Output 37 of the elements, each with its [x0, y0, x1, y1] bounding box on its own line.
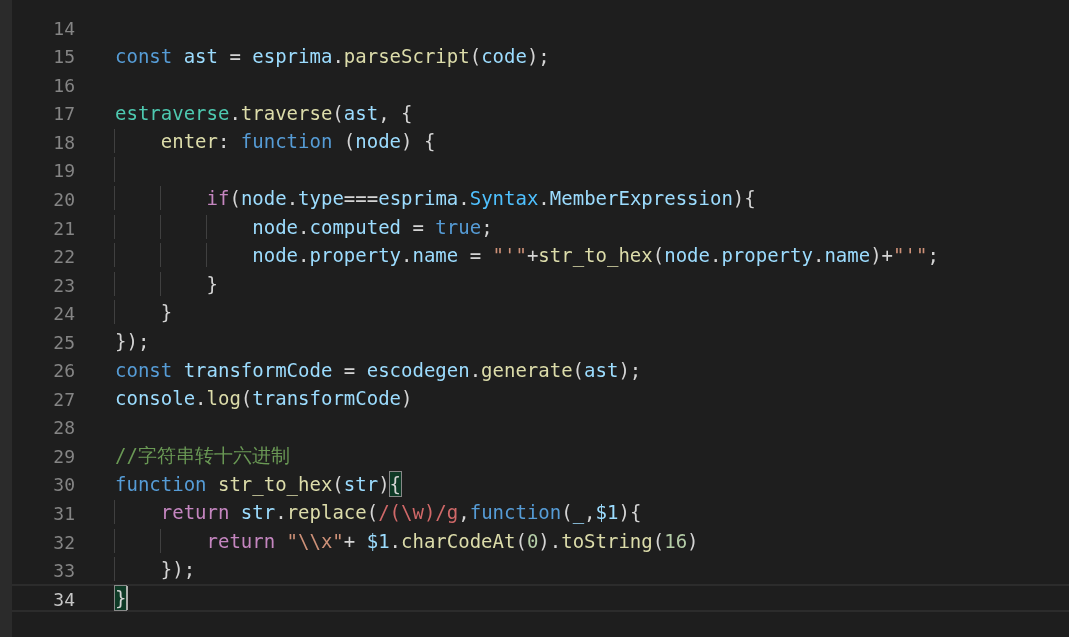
line-number: 23 — [52, 273, 75, 297]
code-line: //字符串转十六进制 — [115, 443, 290, 468]
line-number: 17 — [52, 102, 75, 125]
line-number: 28 — [52, 416, 75, 439]
line-number: 21 — [52, 216, 75, 240]
line-number: 19 — [52, 159, 75, 182]
line-number: 29 — [52, 444, 75, 468]
code-line: }); — [115, 557, 196, 582]
code-line: if(node.type===esprima.Syntax.MemberExpression){ — [115, 185, 756, 211]
line-number: 32 — [52, 530, 75, 554]
line-number: 20 — [52, 187, 75, 211]
line-number: 33 — [52, 559, 75, 582]
code-line: function str_to_hex(str){ — [115, 471, 402, 496]
line-number: 24 — [52, 302, 75, 325]
line-number: 26 — [52, 359, 75, 382]
line-number: 16 — [52, 73, 75, 97]
code-line: console.log(transformCode) — [115, 386, 413, 411]
line-number: 31 — [52, 502, 75, 525]
code-line: node.property.name = "'"+str_to_hex(node.property.name)+"'"; — [115, 243, 939, 268]
line-number: 18 — [52, 130, 75, 154]
code-line: estraverse.traverse(ast, { — [115, 100, 413, 125]
code-line: return "\\x"+ $1.charCodeAt(0).toString(16) — [115, 528, 699, 554]
line-number: 30 — [52, 473, 75, 496]
code-line: } — [115, 271, 218, 297]
line-number: 22 — [52, 245, 75, 268]
code-line: return str.replace(/(\w)/g,function(_,$1){ — [115, 500, 642, 525]
code-line: node.computed = true; — [115, 214, 493, 240]
code-line: }); — [115, 328, 150, 354]
line-number: 15 — [52, 45, 75, 68]
line-number: 27 — [52, 387, 75, 411]
code-line: const transformCode = escodegen.generate(ast); — [115, 357, 642, 382]
code-line: } — [115, 300, 173, 325]
code-line: enter: function (node) { — [115, 128, 436, 154]
line-number: 14 — [52, 16, 75, 40]
line-number: 34 — [52, 587, 75, 611]
line-number: 25 — [52, 330, 75, 354]
code-line: const ast = esprima.parseScript(code); — [115, 43, 550, 68]
